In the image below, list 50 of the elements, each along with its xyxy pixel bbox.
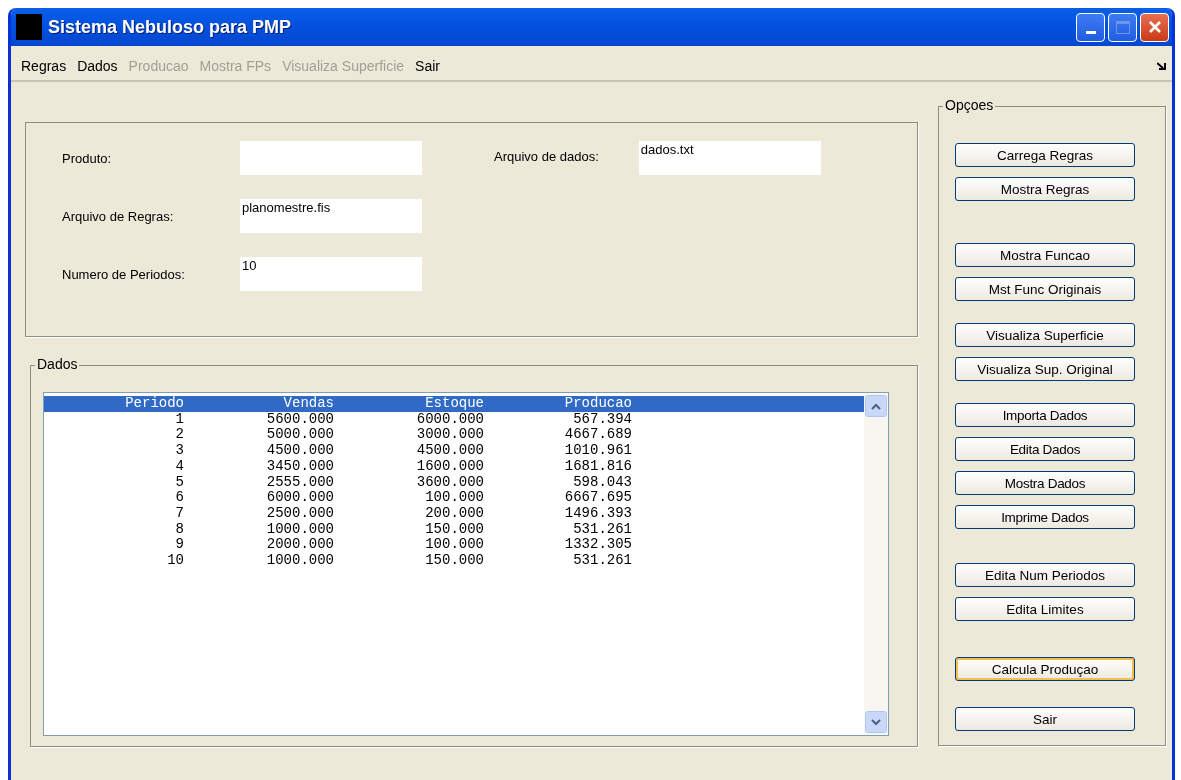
list-row[interactable]: 8 1000.000 150.000 531.261 xyxy=(44,521,864,538)
option-button[interactable]: Imprime Dados xyxy=(955,505,1135,529)
input-field[interactable]: planomestre.fis xyxy=(240,199,422,233)
option-button[interactable]: Mst Func Originais xyxy=(955,277,1135,301)
maximize-button[interactable] xyxy=(1108,12,1137,42)
option-button[interactable]: Mostra Regras xyxy=(955,177,1135,201)
option-button[interactable]: Edita Limites xyxy=(955,597,1135,621)
option-button[interactable]: Sair xyxy=(955,707,1135,731)
chevron-up-icon xyxy=(871,402,881,410)
list-row[interactable]: 4 3450.000 1600.000 1681.816 xyxy=(44,458,864,475)
scroll-up-button[interactable] xyxy=(865,395,887,417)
list-row[interactable]: 7 2500.000 200.000 1496.393 xyxy=(44,505,864,522)
menu-item[interactable]: Sair xyxy=(415,58,440,74)
chevron-down-icon xyxy=(871,718,881,726)
close-icon xyxy=(1146,19,1163,35)
list-row[interactable]: 10 1000.000 150.000 531.261 xyxy=(44,553,864,569)
panel-title: Opçoes xyxy=(943,97,996,113)
option-button[interactable]: Visualiza Sup. Original xyxy=(955,357,1135,381)
option-button[interactable]: Edita Num Periodos xyxy=(955,563,1135,587)
list-row[interactable]: 5 2555.000 3600.000 598.043 xyxy=(44,474,864,491)
panel-title: Dados xyxy=(35,356,80,372)
list-row[interactable]: 1 5600.000 6000.000 567.394 xyxy=(44,411,864,428)
list-row[interactable]: 9 2000.000 100.000 1332.305 xyxy=(44,537,864,554)
menu-item[interactable]: Regras xyxy=(21,58,67,74)
app-icon xyxy=(16,14,42,40)
scrollbar[interactable] xyxy=(864,393,888,735)
input-field[interactable]: 10 xyxy=(240,257,422,291)
input-field[interactable]: dados.txt xyxy=(638,141,821,175)
option-button[interactable]: Edita Dados xyxy=(955,437,1135,461)
close-button[interactable] xyxy=(1140,12,1169,42)
input-field[interactable] xyxy=(240,141,422,175)
dock-arrow-icon[interactable] xyxy=(1157,61,1166,71)
option-button[interactable]: Calcula Produçao xyxy=(955,657,1135,681)
list-row[interactable]: 6 6000.000 100.000 6667.695 xyxy=(44,490,864,506)
minimize-button[interactable] xyxy=(1076,12,1105,42)
option-button[interactable]: Carrega Regras xyxy=(955,143,1135,167)
list-row[interactable]: 2 5000.000 3000.000 4667.689 xyxy=(44,427,864,444)
option-button[interactable]: Importa Dados xyxy=(955,403,1135,427)
window-title: Sistema Nebuloso para PMP xyxy=(48,16,292,38)
option-button[interactable]: Mostra Funcao xyxy=(955,243,1135,267)
field-label: Numero de Periodos: xyxy=(62,266,186,282)
scroll-down-button[interactable] xyxy=(865,711,887,733)
option-button[interactable]: Visualiza Superficie xyxy=(955,323,1135,347)
field-label: Arquivo de Regras: xyxy=(62,208,175,224)
list-row[interactable]: Periodo Vendas Estoque Producao xyxy=(44,396,864,412)
option-button[interactable]: Mostra Dados xyxy=(955,471,1135,495)
field-label: Arquivo de dados: xyxy=(494,149,599,164)
list-row[interactable]: 3 4500.000 4500.000 1010.961 xyxy=(44,443,864,459)
menu-item[interactable]: Dados xyxy=(77,58,118,74)
field-label: Produto: xyxy=(62,150,113,166)
